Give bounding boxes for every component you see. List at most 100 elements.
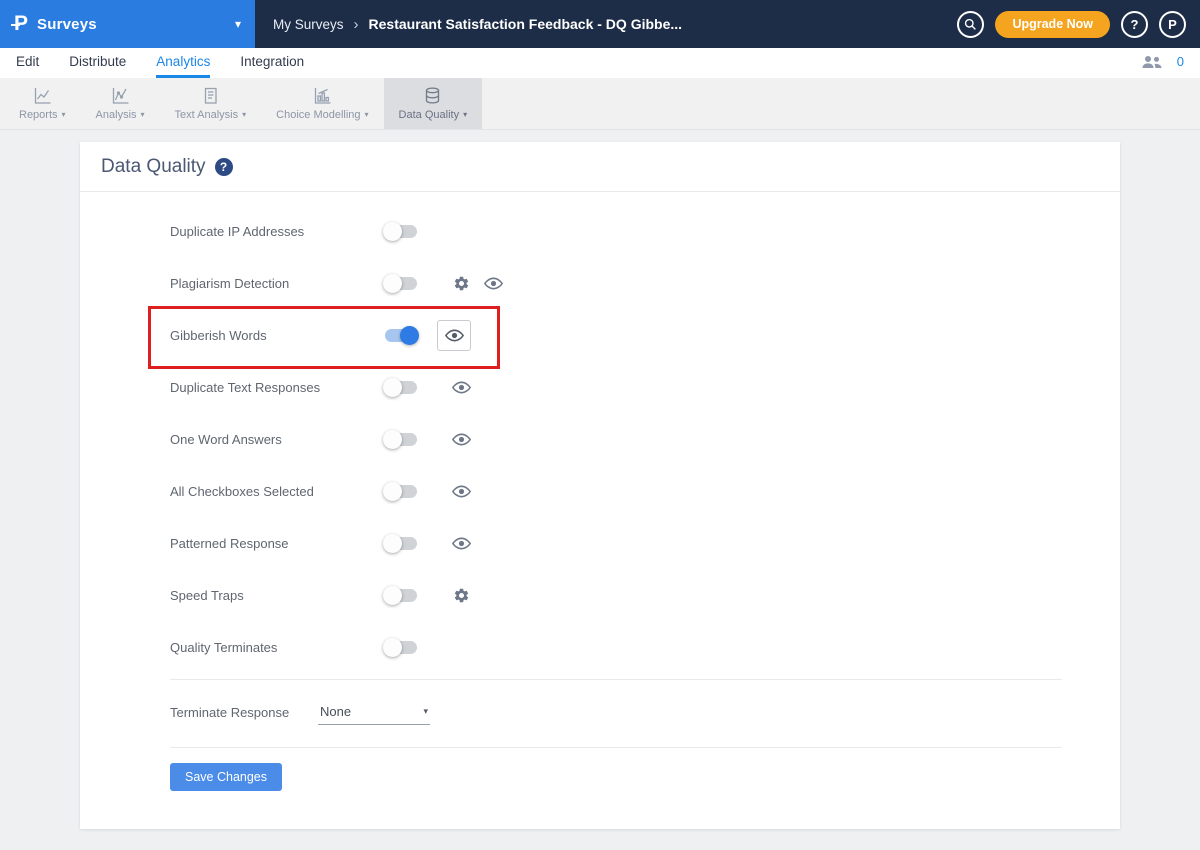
toggle-knob	[383, 430, 402, 449]
toggle-patterned-response[interactable]	[385, 537, 417, 550]
data-quality-panel: Data Quality ? Duplicate IP Addresses Pl…	[80, 142, 1120, 829]
breadcrumb: My Surveys › Restaurant Satisfaction Fee…	[255, 16, 957, 33]
tab-analytics[interactable]: Analytics	[156, 54, 210, 78]
setting-row-duplicate-text: Duplicate Text Responses	[170, 361, 1120, 413]
choice-modelling-icon	[313, 87, 332, 105]
toolbar-label: Analysis	[96, 109, 137, 121]
terminate-response-label: Terminate Response	[170, 705, 318, 720]
breadcrumb-current-survey: Restaurant Satisfaction Feedback - DQ Gi…	[369, 16, 683, 32]
toolbar-label: Reports	[19, 109, 58, 121]
toggle-gibberish-words[interactable]	[385, 329, 417, 342]
toggle-plagiarism[interactable]	[385, 277, 417, 290]
survey-nav: Edit Distribute Analytics Integration 0	[0, 48, 1200, 78]
analytics-toolbar: Reports▾ Analysis▾ Text Analysis▾ Choice…	[0, 78, 1200, 130]
search-icon	[964, 18, 977, 31]
setting-label: One Word Answers	[170, 432, 385, 447]
preview-eye-icon	[445, 329, 464, 342]
toggle-quality-terminates[interactable]	[385, 641, 417, 654]
toggle-knob	[383, 222, 402, 241]
preview-eye-icon[interactable]	[445, 537, 477, 550]
terminate-response-select[interactable]: None ▾	[318, 700, 430, 725]
setting-label: All Checkboxes Selected	[170, 484, 385, 499]
chevron-down-icon: ▾	[423, 706, 428, 717]
page-title: Data Quality	[101, 156, 206, 178]
collaborators-icon[interactable]	[1141, 55, 1163, 69]
breadcrumb-separator-icon: ›	[354, 16, 359, 33]
toolbar-item-analysis[interactable]: Analysis ▾	[81, 78, 160, 129]
panel-header: Data Quality ?	[80, 142, 1120, 192]
setting-label: Patterned Response	[170, 536, 385, 551]
help-button[interactable]: ?	[1121, 11, 1148, 38]
chevron-down-icon[interactable]: ▾	[235, 17, 241, 31]
setting-row-patterned-response: Patterned Response	[170, 517, 1120, 569]
toggle-knob	[400, 326, 419, 345]
selected-option: None	[320, 704, 351, 719]
reports-icon	[33, 87, 52, 105]
toggle-one-word[interactable]	[385, 433, 417, 446]
terminate-response-section: Terminate Response None ▾	[170, 679, 1062, 748]
main-content: Data Quality ? Duplicate IP Addresses Pl…	[0, 130, 1200, 829]
save-section: Save Changes	[80, 748, 1120, 829]
database-icon	[423, 87, 442, 105]
setting-label: Plagiarism Detection	[170, 276, 385, 291]
toggle-all-checkboxes[interactable]	[385, 485, 417, 498]
analysis-icon	[111, 87, 130, 105]
preview-eye-button[interactable]	[437, 320, 471, 351]
setting-row-one-word: One Word Answers	[170, 413, 1120, 465]
toolbar-label: Choice Modelling	[276, 109, 360, 121]
chevron-down-icon: ▾	[365, 110, 369, 119]
settings-list: Duplicate IP Addresses Plagiarism Detect…	[80, 192, 1120, 673]
toggle-knob	[383, 274, 402, 293]
brand-label: Surveys	[37, 16, 97, 33]
toggle-knob	[383, 586, 402, 605]
chevron-down-icon: ▾	[141, 110, 145, 119]
toggle-duplicate-text[interactable]	[385, 381, 417, 394]
toolbar-item-text-analysis[interactable]: Text Analysis▾	[160, 78, 262, 129]
settings-gear-icon[interactable]	[445, 587, 477, 604]
preview-eye-icon[interactable]	[445, 485, 477, 498]
toolbar-item-data-quality[interactable]: Data Quality▾	[384, 78, 483, 129]
search-button[interactable]	[957, 11, 984, 38]
toggle-knob	[383, 534, 402, 553]
toolbar-item-choice-modelling[interactable]: Choice Modelling ▾	[261, 78, 383, 129]
setting-row-plagiarism: Plagiarism Detection	[170, 257, 1120, 309]
preview-eye-icon[interactable]	[445, 381, 477, 394]
setting-row-quality-terminates: Quality Terminates	[170, 621, 1120, 673]
toolbar-label: Text Analysis	[175, 109, 239, 121]
toggle-duplicate-ip[interactable]	[385, 225, 417, 238]
help-icon[interactable]: ?	[215, 158, 233, 176]
preview-eye-icon[interactable]	[445, 433, 477, 446]
toggle-knob	[383, 378, 402, 397]
toolbar-label: Data Quality	[399, 109, 460, 121]
setting-label: Speed Traps	[170, 588, 385, 603]
breadcrumb-my-surveys[interactable]: My Surveys	[273, 17, 344, 32]
toggle-knob	[383, 638, 402, 657]
save-changes-button[interactable]: Save Changes	[170, 763, 282, 791]
setting-row-all-checkboxes: All Checkboxes Selected	[170, 465, 1120, 517]
setting-label: Duplicate IP Addresses	[170, 224, 385, 239]
setting-label: Gibberish Words	[170, 328, 385, 343]
top-bar: P Surveys ▾ My Surveys › Restaurant Sati…	[0, 0, 1200, 48]
toggle-speed-traps[interactable]	[385, 589, 417, 602]
toolbar-item-reports[interactable]: Reports▾	[4, 78, 81, 129]
brand-logo-icon: P	[14, 12, 28, 36]
brand-switcher[interactable]: P Surveys ▾	[0, 0, 255, 48]
tab-edit[interactable]: Edit	[16, 54, 39, 78]
toggle-knob	[383, 482, 402, 501]
chevron-down-icon: ▾	[242, 110, 246, 119]
setting-label: Quality Terminates	[170, 640, 385, 655]
chevron-down-icon: ▾	[463, 110, 467, 119]
setting-label: Duplicate Text Responses	[170, 380, 385, 395]
settings-gear-icon[interactable]	[445, 275, 477, 292]
topbar-actions: Upgrade Now ? P	[957, 11, 1200, 38]
setting-row-duplicate-ip: Duplicate IP Addresses	[170, 205, 1120, 257]
tab-integration[interactable]: Integration	[240, 54, 304, 78]
collaborators-count[interactable]: 0	[1177, 54, 1184, 69]
preview-eye-icon[interactable]	[477, 277, 509, 290]
setting-row-gibberish-words: Gibberish Words	[170, 309, 1120, 361]
tab-distribute[interactable]: Distribute	[69, 54, 126, 78]
upgrade-now-button[interactable]: Upgrade Now	[995, 11, 1110, 38]
setting-row-speed-traps: Speed Traps	[170, 569, 1120, 621]
text-analysis-icon	[201, 87, 220, 105]
avatar[interactable]: P	[1159, 11, 1186, 38]
